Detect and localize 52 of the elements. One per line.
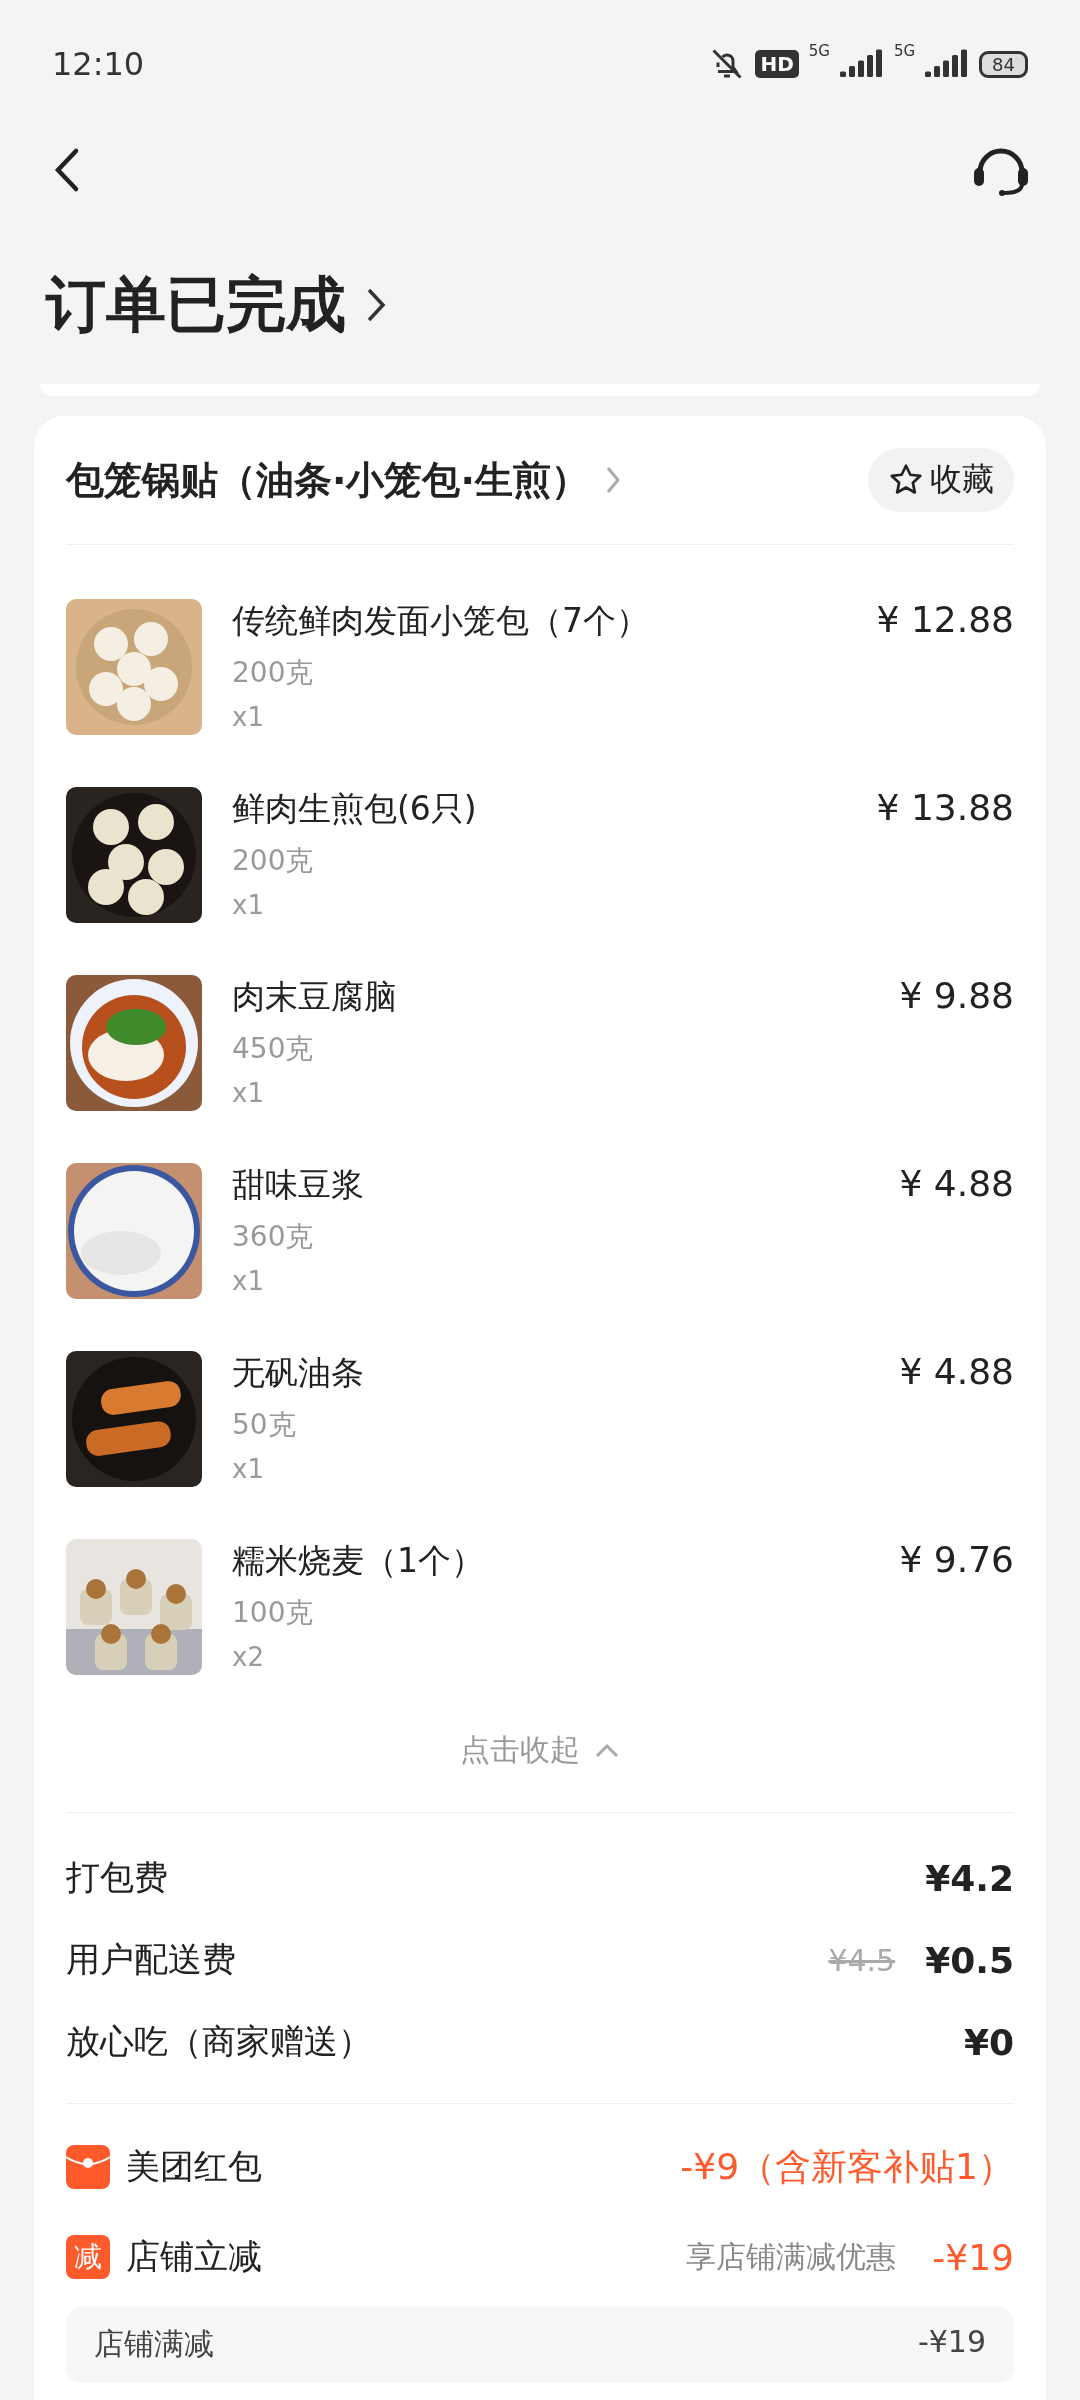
item-price: ¥ 4.88 xyxy=(899,1163,1014,1204)
item-quantity: x1 xyxy=(232,1266,265,1296)
fee-label: 打包费 xyxy=(66,1856,168,1899)
item-weight: 50克 xyxy=(232,1407,297,1443)
item-weight: 450克 xyxy=(232,1031,315,1067)
item-quantity: x2 xyxy=(232,1642,265,1672)
order-status-title: 订单已完成 xyxy=(46,267,346,341)
favorite-button[interactable]: 收藏 xyxy=(868,448,1014,512)
chevron-up-icon xyxy=(594,1742,620,1759)
item-name: 甜味豆浆 xyxy=(232,1164,365,1206)
fee-value: ¥0.5 xyxy=(925,1939,1014,1981)
fee-label: 放心吃（商家赠送） xyxy=(66,2020,372,2063)
detail-label: 店铺满减 xyxy=(94,2325,214,2363)
fee-value: ¥0 xyxy=(963,2021,1014,2063)
item-price: ¥ 4.88 xyxy=(899,1351,1014,1392)
original-price: ¥4.5 xyxy=(828,1942,896,1978)
signal-icon xyxy=(839,49,884,79)
item-quantity: x1 xyxy=(232,1454,265,1484)
item-quantity: x1 xyxy=(232,890,265,920)
store-name[interactable]: 包笼锅贴（油条·小笼包·生煎） xyxy=(66,454,589,506)
discount-value: -¥19 xyxy=(932,2236,1014,2278)
item-weight: 200克 xyxy=(232,843,315,879)
item-quantity: x1 xyxy=(232,1078,265,1108)
discount-label: 店铺立减 xyxy=(126,2235,262,2278)
item-price: ¥ 13.88 xyxy=(876,787,1014,828)
discount-badge: 减 xyxy=(66,2235,110,2279)
item-weight: 200克 xyxy=(232,655,315,691)
fee-value: ¥4.2 xyxy=(925,1857,1014,1899)
chevron-right-icon[interactable] xyxy=(366,287,386,323)
battery-level: 84 xyxy=(979,50,1028,78)
network-label: 5G xyxy=(808,42,830,60)
detail-value: -¥19 xyxy=(917,2324,986,2361)
envelope-icon xyxy=(66,2145,110,2189)
discount-note: 享店铺满减优惠 xyxy=(686,2237,897,2276)
item-name: 肉末豆腐脑 xyxy=(232,976,398,1018)
item-name: 鲜肉生煎包(6只) xyxy=(232,788,478,830)
hd-badge: HD xyxy=(755,50,799,78)
item-price: ¥ 9.88 xyxy=(899,975,1014,1016)
discount-value: -¥9（含新客补贴1） xyxy=(680,2144,1014,2189)
item-price: ¥ 9.76 xyxy=(899,1539,1014,1580)
item-weight: 100克 xyxy=(232,1595,315,1631)
item-price: ¥ 12.88 xyxy=(876,599,1014,640)
signal-icon xyxy=(925,49,970,79)
status-time: 12:10 xyxy=(52,45,145,83)
item-name: 无矾油条 xyxy=(232,1352,365,1394)
item-weight: 360克 xyxy=(232,1219,315,1255)
item-quantity: x1 xyxy=(232,702,265,732)
discount-label: 美团红包 xyxy=(126,2145,262,2188)
item-name: 传统鲜肉发面小笼包（7个） xyxy=(232,600,650,642)
network-label: 5G xyxy=(893,42,916,60)
item-name: 糯米烧麦（1个） xyxy=(232,1540,485,1582)
fee-label: 用户配送费 xyxy=(66,1938,236,1981)
